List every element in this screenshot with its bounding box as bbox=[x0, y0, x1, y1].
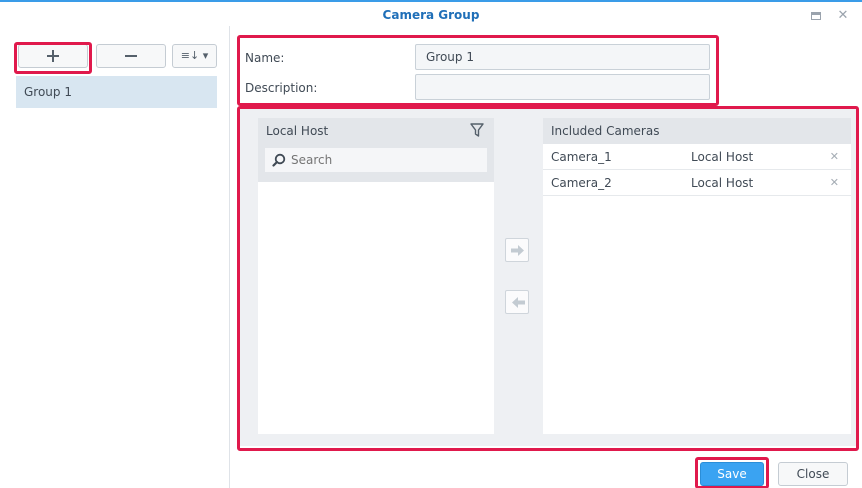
included-cameras-title: Included Cameras bbox=[551, 124, 660, 138]
name-label: Name: bbox=[245, 51, 285, 65]
save-button[interactable]: Save bbox=[700, 462, 764, 486]
description-field[interactable] bbox=[415, 74, 710, 100]
arrow-right-icon bbox=[511, 245, 524, 256]
add-camera-button[interactable] bbox=[505, 238, 529, 262]
search-bar bbox=[258, 144, 494, 182]
close-button[interactable]: Close bbox=[778, 462, 848, 486]
maximize-icon[interactable] bbox=[809, 9, 823, 23]
group-item[interactable]: Group 1 bbox=[16, 76, 217, 108]
description-label: Description: bbox=[245, 81, 318, 95]
search-input[interactable] bbox=[291, 148, 481, 172]
camera-selection-area: Local Host Search Included Cameras Camer… bbox=[240, 106, 858, 446]
minus-icon bbox=[125, 55, 137, 57]
group-list: Group 1 bbox=[16, 76, 217, 108]
remove-camera-icon[interactable]: ✕ bbox=[830, 144, 839, 170]
camera-name: Camera_2 bbox=[551, 176, 612, 190]
sort-button[interactable]: ≡↓ ▾ bbox=[172, 44, 217, 68]
local-host-title: Local Host bbox=[266, 124, 329, 138]
arrow-left-icon bbox=[512, 297, 525, 308]
camera-row[interactable]: Camera_2 Local Host ✕ bbox=[543, 170, 851, 196]
title-bar: Camera Group ✕ bbox=[0, 4, 862, 26]
camera-host: Local Host bbox=[691, 150, 754, 164]
local-host-panel: Local Host bbox=[258, 118, 494, 434]
camera-row[interactable]: Camera_1 Local Host ✕ bbox=[543, 144, 851, 170]
remove-group-button[interactable] bbox=[96, 44, 166, 68]
name-field[interactable]: Group 1 bbox=[415, 44, 710, 70]
group-sidebar: ≡↓ ▾ Group 1 bbox=[0, 26, 230, 488]
add-group-button[interactable] bbox=[18, 44, 88, 68]
window-title: Camera Group bbox=[382, 8, 480, 22]
close-icon[interactable]: ✕ bbox=[836, 9, 850, 23]
filter-icon[interactable] bbox=[470, 123, 484, 137]
remove-camera-icon[interactable]: ✕ bbox=[830, 170, 839, 196]
local-host-header: Local Host bbox=[258, 118, 494, 144]
included-cameras-panel: Included Cameras Camera_1 Local Host ✕ C… bbox=[543, 118, 851, 434]
camera-group-window: Camera Group ✕ ≡↓ ▾ Group 1 Name: Group … bbox=[0, 0, 862, 488]
camera-host: Local Host bbox=[691, 176, 754, 190]
search-icon bbox=[272, 153, 286, 167]
remove-camera-button[interactable] bbox=[505, 290, 529, 314]
search-box bbox=[264, 147, 488, 173]
included-cameras-header: Included Cameras bbox=[543, 118, 851, 144]
camera-name: Camera_1 bbox=[551, 150, 612, 164]
